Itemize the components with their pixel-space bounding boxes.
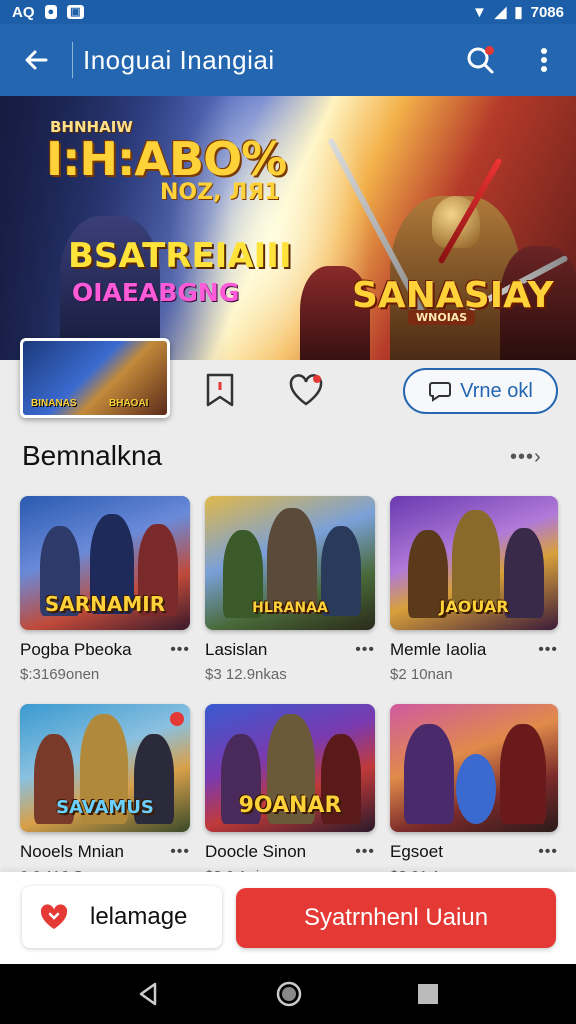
wishlist-button[interactable]: lelamage [22,886,222,948]
game-card-art [390,704,558,832]
game-card[interactable]: 9OANAR Doocle Sinon••• $3.0 Anin [205,704,375,885]
back-button[interactable] [0,24,72,96]
banner-headline: I:H:ABO% [46,132,287,186]
share-pill-button[interactable]: Vrne okl [403,368,558,414]
game-logo: JAOUAR [439,597,509,616]
search-badge [485,46,494,55]
thumbnail-caption: BINANAS [31,398,77,409]
game-price: $3 12.9nkas [205,666,287,683]
game-card[interactable]: SAVAMUS Nooels Mnian••• 0.0 116 Srnar [20,704,190,885]
nav-recents-icon[interactable] [415,981,441,1007]
bookmark-button[interactable] [200,370,240,410]
app-bar: Inoguai Inangiai [0,24,576,96]
nav-home-icon[interactable] [274,979,304,1009]
game-name: Egsoet [390,842,443,861]
game-card-art: SAVAMUS [20,704,190,832]
primary-action-button[interactable]: Syatrnhenl Uaiun [236,888,556,948]
banner-subline: NOZ, ЛЯ1 [160,180,280,205]
banner-title-line2: OIAEABGNG [72,278,240,307]
status-label: AQ [12,3,35,21]
notification-icon: ● [44,5,58,19]
card-menu-icon[interactable]: ••• [538,843,558,861]
pill-label: Vrne okl [460,379,533,402]
game-card[interactable]: SARNAMIR Pogba Pbeoka ••• $:3169onen [20,496,190,683]
card-menu-icon[interactable]: ••• [355,843,375,861]
heart-icon [289,374,323,406]
heart-filled-icon [40,904,68,929]
game-price: $:3169onen [20,666,100,683]
section-more-button[interactable]: •••› [510,446,542,469]
game-name: Doocle Sinon [205,842,307,861]
system-nav-bar [0,964,576,1024]
game-name: Nooels Mnian [20,842,124,861]
page-title: Inoguai Inangiai [83,44,275,75]
wishlist-label: lelamage [90,903,188,930]
game-card[interactable]: Egsoet••• $3.01 Anna [390,704,558,885]
bottom-action-bar: lelamage Syatrnhenl Uaiun [0,872,576,964]
game-name: Pogba Pbeoka [20,640,132,659]
game-card-art: JAOUAR [390,496,558,630]
banner-logo-tag: WNOIAS [408,310,476,325]
wifi-icon: ▼ [471,3,487,21]
banner-title-line1: BSATREIAIII [68,236,292,276]
card-menu-icon[interactable]: ••• [170,641,190,659]
card-menu-icon[interactable]: ••• [170,843,190,861]
game-name: Memle Iaolia [390,640,487,659]
game-price: $2 10nan [390,666,453,683]
game-logo: SAVAMUS [56,797,154,818]
app-bar-divider [72,42,73,78]
more-options-button[interactable] [512,24,576,96]
game-name: Lasislan [205,640,268,659]
chat-bubble-icon [429,382,452,402]
game-logo: HLRANAA [252,600,328,616]
card-menu-icon[interactable]: ••• [538,641,558,659]
game-card-art: 9OANAR [205,704,375,832]
favorite-button[interactable] [286,370,326,410]
card-menu-icon[interactable]: ••• [355,641,375,659]
battery-icon: ▮ [514,4,523,21]
section-title: Bemnalkna [22,440,163,471]
signal-icon: ◢ [494,4,507,21]
arrow-left-icon [25,50,48,70]
message-icon: ▣ [67,5,84,19]
game-card-art: SARNAMIR [20,496,190,630]
more-vert-icon [541,48,547,72]
game-card-art: HLRANAA [205,496,375,630]
nav-back-icon[interactable] [135,980,163,1008]
game-logo: SARNAMIR [44,592,166,616]
search-button[interactable] [448,24,512,96]
status-time: 7086 [530,3,564,21]
action-row: BINANAS BHAOAI Vrne okl [0,338,576,436]
status-bar: AQ ● ▣ ▼ ◢ ▮ 7086 [0,0,576,24]
game-thumbnail[interactable]: BINANAS BHAOAI [20,338,170,418]
thumbnail-caption: BHAOAI [109,398,149,409]
game-card[interactable]: HLRANAA Lasislan ••• $3 12.9nkas [205,496,375,683]
game-card[interactable]: JAOUAR Memle Iaolia ••• $2 10nan [390,496,558,683]
bookmark-icon [206,373,234,407]
game-logo: 9OANAR [238,793,342,818]
card-badge [170,712,184,726]
